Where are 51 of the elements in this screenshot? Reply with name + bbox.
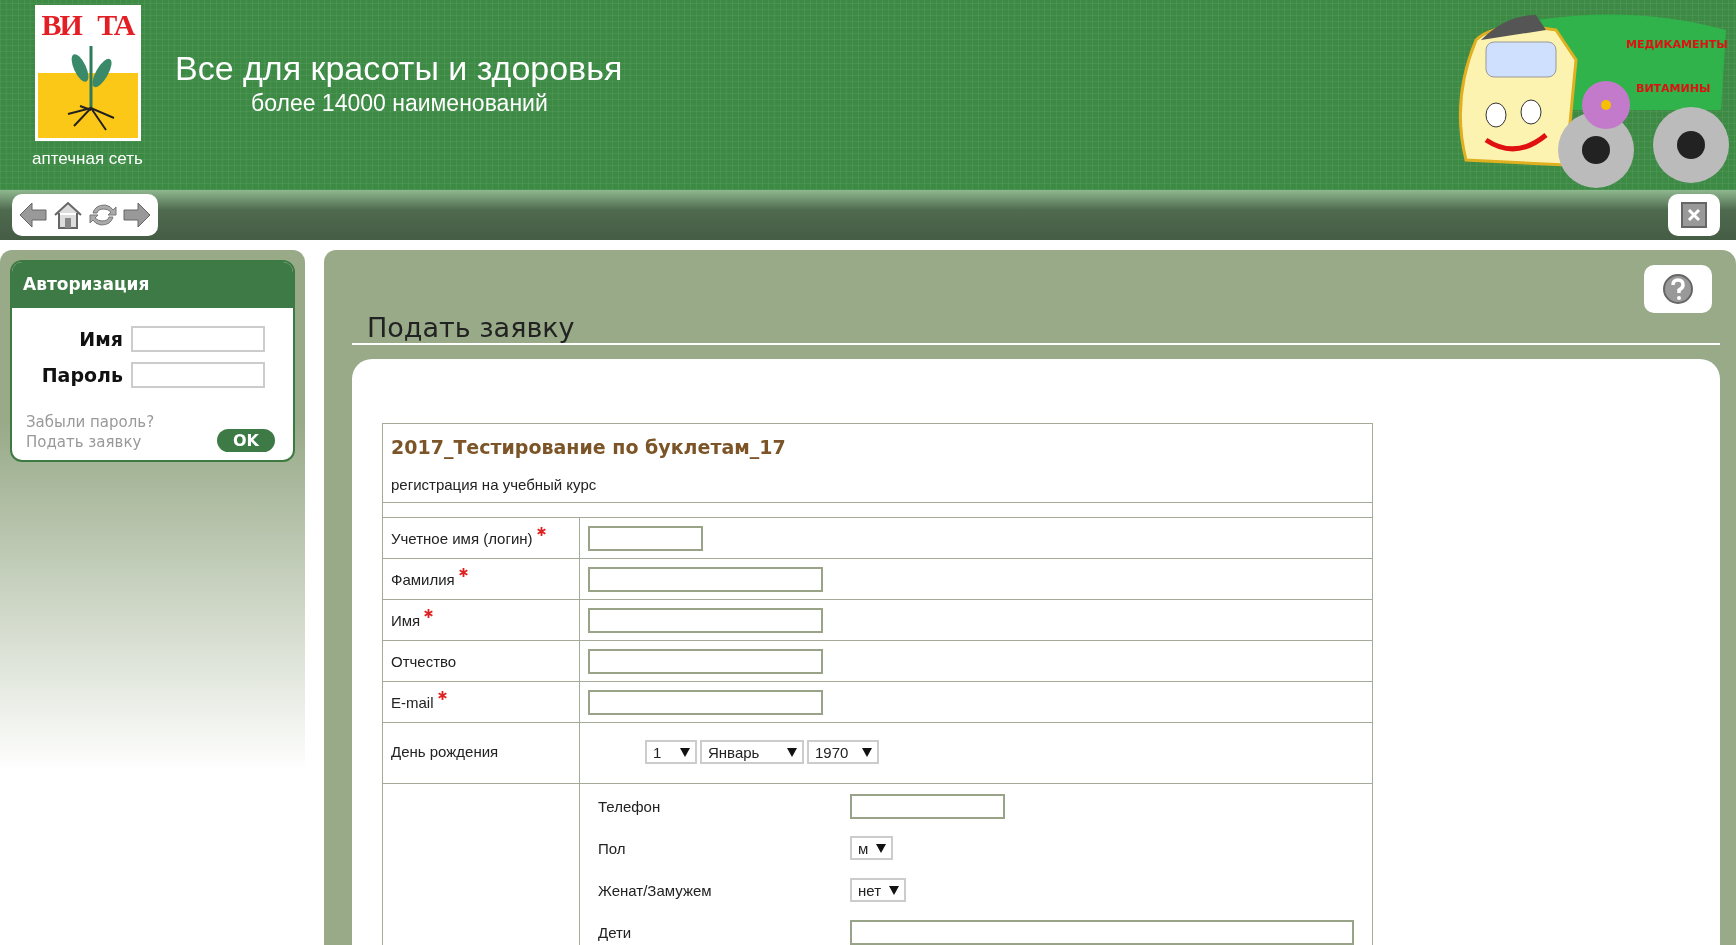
caret-icon (862, 747, 872, 757)
input-field[interactable] (588, 649, 823, 674)
caret-icon (889, 885, 899, 895)
form-subtitle: регистрация на учебный курс (390, 475, 598, 495)
home-icon (53, 201, 83, 229)
logo-caption: аптечная сеть (32, 149, 143, 169)
field-label: Телефон (598, 797, 662, 815)
refresh-icon (89, 202, 117, 228)
input-field[interactable] (588, 526, 703, 551)
field-label: Фамилия (391, 571, 455, 588)
field-label: День рождения (391, 743, 499, 760)
caret-icon (680, 747, 690, 757)
select-field[interactable]: Январь (700, 740, 804, 764)
input-field[interactable] (850, 920, 1354, 945)
field-label: Дети (598, 923, 633, 941)
truck-label: ВИТАМИНЫ (1636, 82, 1711, 95)
truck-label: МЕДИКАМЕНТЫ (1626, 38, 1728, 51)
form-title: 2017_Тестирование по буклетам_17 (390, 435, 787, 458)
field-label: Учетное имя (логин) (391, 530, 533, 547)
field-label: E-mail (391, 694, 434, 711)
panel-title: Авторизация (12, 262, 293, 308)
field-label: Имя (78, 328, 123, 350)
right-arrow-icon (123, 202, 151, 228)
ok-button[interactable]: OK (217, 429, 275, 452)
select-field[interactable]: нет (850, 878, 906, 902)
logo-letters: ВИ (41, 10, 81, 40)
select-field[interactable]: 1 (645, 740, 697, 764)
input-field[interactable] (131, 326, 265, 352)
slogan-title: Все для красоты и здоровья (175, 48, 623, 88)
field-label: Пол (598, 839, 627, 857)
close-icon (1681, 202, 1707, 228)
help-icon (1662, 273, 1694, 305)
field-label: Пароль (40, 364, 123, 386)
help-button[interactable] (1644, 265, 1712, 313)
select-field[interactable]: 1970 (807, 740, 879, 764)
field-label: Отчество (391, 653, 457, 670)
logo-letters: ТА (97, 10, 134, 40)
input-field[interactable] (588, 567, 823, 592)
slogan-subtitle: более 14000 наименований (251, 90, 549, 117)
page-title: Подать заявку (367, 312, 575, 343)
caret-icon (876, 843, 887, 853)
input-field[interactable] (588, 690, 823, 715)
input-field[interactable] (850, 794, 1005, 819)
left-arrow-icon (19, 202, 47, 228)
field-label: Женат/Замужем (598, 881, 713, 899)
caret-icon (787, 747, 797, 757)
close-button[interactable] (1668, 194, 1720, 236)
select-field[interactable]: м (850, 836, 894, 860)
field-label: Имя (391, 612, 421, 629)
input-field[interactable] (131, 362, 265, 388)
input-field[interactable] (588, 608, 823, 633)
